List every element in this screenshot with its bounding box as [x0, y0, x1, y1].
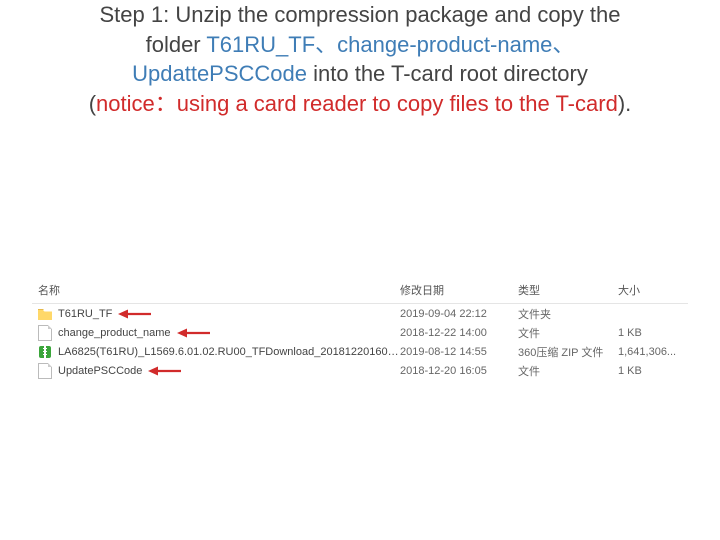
header-type[interactable]: 类型 — [518, 282, 618, 298]
folder-icon — [38, 308, 52, 320]
file-date: 2019-09-04 22:12 — [400, 308, 518, 320]
paren-close: ). — [618, 91, 631, 116]
file-type: 360压缩 ZIP 文件 — [518, 344, 618, 360]
file-listing: 名称 修改日期 类型 大小 T61RU_TF2019-09-04 22:12文件… — [32, 278, 688, 380]
file-icon — [38, 325, 52, 341]
header-size[interactable]: 大小 — [618, 282, 678, 298]
instr-frag-1: Step 1: Unzip the compression package an… — [100, 2, 621, 27]
header-date[interactable]: 修改日期 — [400, 282, 518, 298]
file-size: 1 KB — [618, 365, 678, 377]
table-row[interactable]: change_product_name 2018-12-22 14:00文件1 K… — [32, 323, 688, 342]
file-size: 1 KB — [618, 327, 678, 339]
red-arrow-icon — [118, 309, 152, 319]
file-date: 2018-12-22 14:00 — [400, 327, 518, 339]
instr-red: notice：using a card reader to copy files… — [96, 91, 618, 116]
listing-header: 名称 修改日期 类型 大小 — [32, 278, 688, 304]
instruction-text: Step 1: Unzip the compression package an… — [40, 0, 680, 119]
file-name: LA6825(T61RU)_L1569.6.01.02.RU00_TFDownl… — [58, 346, 400, 358]
file-icon — [38, 363, 52, 379]
file-type: 文件 — [518, 325, 618, 341]
paren-open: ( — [89, 91, 96, 116]
file-type: 文件 — [518, 363, 618, 379]
red-arrow-icon — [177, 328, 211, 338]
table-row[interactable]: UpdatePSCCode 2018-12-20 16:05文件1 KB — [32, 361, 688, 380]
instr-blue-1: T61RU_TF、change-product-name、 — [206, 32, 574, 57]
table-row[interactable]: T61RU_TF 2019-09-04 22:12文件夹 — [32, 304, 688, 323]
file-type: 文件夹 — [518, 306, 618, 322]
instr-frag-3: into the T-card root directory — [307, 61, 588, 86]
file-name: change_product_name — [58, 327, 171, 339]
file-date: 2018-12-20 16:05 — [400, 365, 518, 377]
file-size: 1,641,306... — [618, 346, 678, 358]
instr-frag-2: folder — [146, 32, 207, 57]
header-name[interactable]: 名称 — [32, 282, 400, 298]
file-name: UpdatePSCCode — [58, 365, 142, 377]
instr-blue-2: UpdattePSCCode — [132, 61, 307, 86]
file-name: T61RU_TF — [58, 308, 112, 320]
red-arrow-icon — [148, 366, 182, 376]
zip-icon — [38, 345, 52, 359]
table-row[interactable]: LA6825(T61RU)_L1569.6.01.02.RU00_TFDownl… — [32, 342, 688, 361]
file-date: 2019-08-12 14:55 — [400, 346, 518, 358]
